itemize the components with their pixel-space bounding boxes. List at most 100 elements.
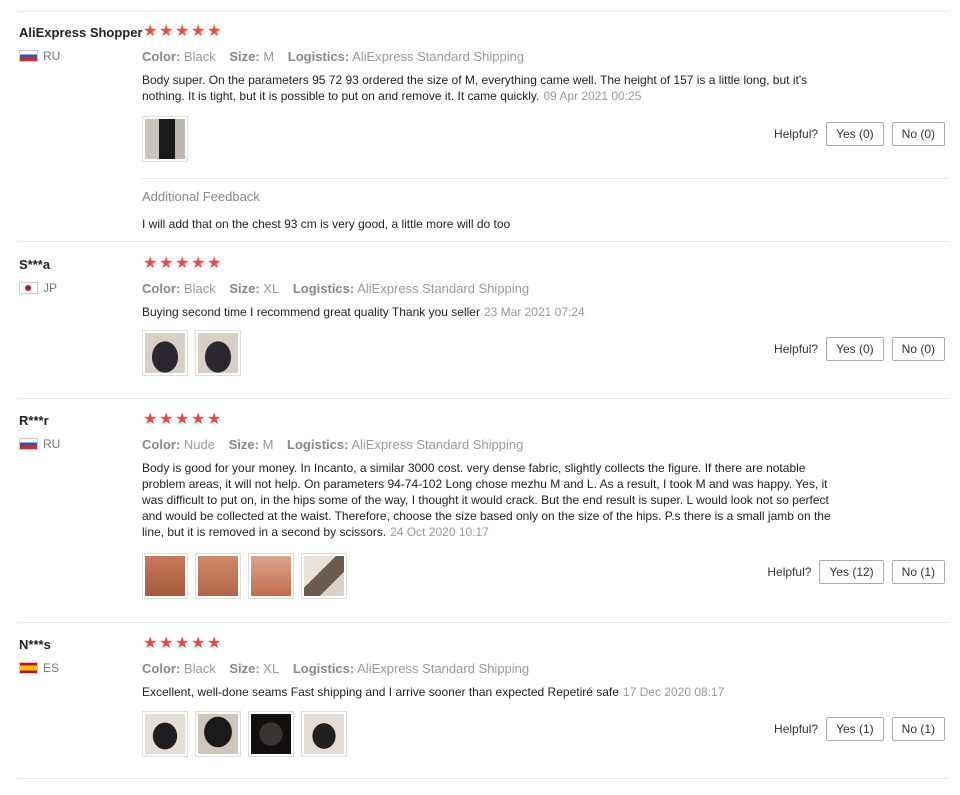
review-photo-thumbnail[interactable] [195, 711, 241, 757]
helpful-yes-button[interactable]: Yes (0) [826, 122, 884, 146]
helpful-yes-button[interactable]: Yes (0) [826, 337, 884, 361]
helpful-label: Helpful? [774, 127, 819, 141]
additional-feedback-text: I will add that on the chest 93 cm is ve… [142, 217, 511, 231]
attr-color: Nude [183, 437, 215, 452]
reviewer-name: R***r [19, 413, 49, 428]
divider [18, 778, 948, 779]
divider [18, 11, 948, 12]
attr-size: XL [263, 661, 280, 676]
helpful-controls: Helpful? Yes (12) No (1) [767, 560, 945, 584]
review-text: Body is good for your money. In Incanto,… [142, 461, 831, 539]
reviewer-country: RU [19, 49, 60, 63]
review-photo-thumbnail[interactable] [142, 553, 188, 599]
review-photos [142, 116, 188, 162]
star-rating: ★ ★ ★ ★ ★ [143, 23, 222, 41]
helpful-label: Helpful? [774, 722, 819, 736]
star-icon: ★ [143, 635, 158, 652]
star-rating: ★ ★ ★ ★ ★ [143, 635, 222, 653]
order-attributes: Color: Black Size: XL Logistics: AliExpr… [142, 281, 530, 296]
additional-feedback-title: Additional Feedback [142, 189, 260, 204]
review-photos [142, 711, 347, 757]
reviewer-name: S***a [19, 257, 51, 272]
helpful-no-button[interactable]: No (1) [891, 717, 945, 741]
ru-flag-icon [19, 50, 38, 62]
helpful-label: Helpful? [774, 342, 819, 356]
review-photo-thumbnail[interactable] [195, 553, 241, 599]
es-flag-icon [19, 662, 38, 674]
review-photo-thumbnail[interactable] [195, 330, 241, 376]
attr-color: Black [183, 661, 216, 676]
star-icon: ★ [191, 255, 206, 272]
order-attributes: Color: Nude Size: M Logistics: AliExpres… [142, 437, 524, 452]
attr-logistics: AliExpress Standard Shipping [357, 661, 530, 676]
review-photo-thumbnail[interactable] [142, 116, 188, 162]
attr-size: M [262, 437, 274, 452]
review-photo-thumbnail[interactable] [301, 711, 347, 757]
reviewer-country: JP [19, 281, 57, 295]
helpful-controls: Helpful? Yes (0) No (0) [774, 122, 945, 146]
star-icon: ★ [207, 23, 222, 40]
review-date: 23 Mar 2021 07:24 [483, 305, 585, 319]
attr-logistics: AliExpress Standard Shipping [357, 281, 530, 296]
helpful-controls: Helpful? Yes (1) No (1) [774, 717, 945, 741]
star-icon: ★ [159, 411, 174, 428]
helpful-no-button[interactable]: No (1) [891, 560, 945, 584]
divider [18, 241, 948, 242]
review-photo-thumbnail[interactable] [301, 553, 347, 599]
attr-size: XL [263, 281, 280, 296]
star-icon: ★ [143, 23, 158, 40]
star-rating: ★ ★ ★ ★ ★ [143, 255, 222, 273]
helpful-controls: Helpful? Yes (0) No (0) [774, 337, 945, 361]
attr-color: Black [183, 281, 216, 296]
star-icon: ★ [175, 23, 190, 40]
star-icon: ★ [159, 255, 174, 272]
divider [142, 178, 948, 179]
star-icon: ★ [175, 411, 190, 428]
star-icon: ★ [191, 411, 206, 428]
review-photo-thumbnail[interactable] [142, 711, 188, 757]
review-text: Body super. On the parameters 95 72 93 o… [142, 73, 808, 103]
country-code: JP [43, 281, 58, 295]
country-code: RU [43, 49, 61, 63]
reviewer-country: RU [19, 437, 60, 451]
order-attributes: Color: Black Size: M Logistics: AliExpre… [142, 49, 525, 64]
ru-flag-icon [19, 438, 38, 450]
attr-size: M [263, 49, 275, 64]
star-icon: ★ [207, 255, 222, 272]
helpful-no-button[interactable]: No (0) [891, 337, 945, 361]
review-date: 24 Oct 2020 10:17 [390, 525, 489, 539]
reviewer-name: N***s [19, 637, 51, 652]
star-icon: ★ [143, 255, 158, 272]
attr-logistics: AliExpress Standard Shipping [352, 49, 525, 64]
review-text: Buying second time I recommend great qua… [142, 305, 585, 319]
star-icon: ★ [191, 23, 206, 40]
helpful-yes-button[interactable]: Yes (12) [819, 560, 884, 584]
review-photo-thumbnail[interactable] [142, 330, 188, 376]
review-photo-thumbnail[interactable] [248, 553, 294, 599]
review-date: 09 Apr 2021 00:25 [543, 89, 642, 103]
review-photo-thumbnail[interactable] [248, 711, 294, 757]
country-code: RU [43, 437, 61, 451]
divider [18, 398, 948, 399]
attr-color: Black [183, 49, 216, 64]
star-icon: ★ [175, 635, 190, 652]
star-icon: ★ [207, 411, 222, 428]
review-text: Excellent, well-done seams Fast shipping… [142, 685, 725, 699]
attr-logistics: AliExpress Standard Shipping [351, 437, 524, 452]
review-photos [142, 553, 347, 599]
country-code: ES [43, 661, 60, 675]
helpful-yes-button[interactable]: Yes (1) [826, 717, 884, 741]
star-icon: ★ [159, 635, 174, 652]
order-attributes: Color: Black Size: XL Logistics: AliExpr… [142, 661, 530, 676]
review-photos [142, 330, 241, 376]
reviewer-name: AliExpress Shopper [19, 25, 143, 40]
star-icon: ★ [191, 635, 206, 652]
star-icon: ★ [143, 411, 158, 428]
reviewer-country: ES [19, 661, 59, 675]
helpful-no-button[interactable]: No (0) [891, 122, 945, 146]
helpful-label: Helpful? [767, 565, 812, 579]
jp-flag-icon [19, 282, 38, 294]
star-icon: ★ [207, 635, 222, 652]
star-rating: ★ ★ ★ ★ ★ [143, 411, 222, 429]
star-icon: ★ [159, 23, 174, 40]
